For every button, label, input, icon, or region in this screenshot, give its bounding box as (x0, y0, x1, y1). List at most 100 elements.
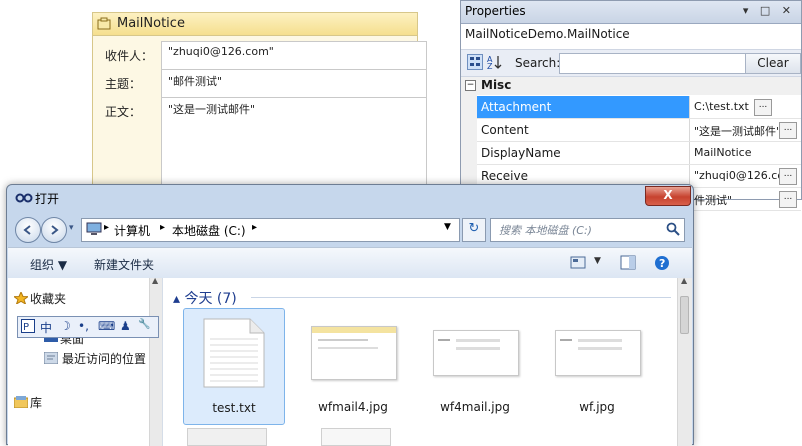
category-label: Misc (481, 78, 512, 92)
file-name: wf.jpg (579, 400, 615, 414)
window-controls[interactable]: ▾ □ ✕ (743, 4, 795, 17)
back-button[interactable] (15, 217, 41, 243)
ime-punctuation-icon[interactable]: •, (78, 319, 89, 333)
library-icon (14, 396, 28, 408)
help-icon[interactable]: ? (654, 255, 670, 271)
new-folder-button[interactable]: 新建文件夹 (94, 256, 154, 273)
property-value[interactable]: "这是一测试邮件" ... (689, 119, 801, 141)
categorized-icon[interactable] (467, 54, 483, 70)
activity-header[interactable]: MailNotice (93, 13, 417, 36)
property-row-displayname[interactable]: DisplayName MailNotice (477, 142, 801, 165)
category-misc[interactable]: − Misc (461, 77, 801, 95)
nav-recent-places[interactable]: 最近访问的位置 (62, 350, 146, 367)
history-dropdown-icon[interactable]: ▾ (69, 223, 74, 233)
properties-titlebar[interactable]: Properties ▾ □ ✕ (461, 1, 801, 24)
property-row-attachment[interactable]: Attachment C:\test.txt ... (477, 96, 801, 119)
file-name: wfmail4.jpg (318, 400, 388, 414)
activity-title: MailNotice (117, 16, 185, 31)
breadcrumb-separator[interactable]: ▸ (104, 222, 109, 233)
search-box[interactable]: 搜索 本地磁盘 (C:) (490, 218, 685, 242)
property-value-text: C:\test.txt (694, 100, 749, 113)
ime-logo-icon[interactable]: P (21, 319, 35, 333)
body-label: 正文： (105, 105, 142, 119)
ime-settings-icon[interactable]: 🔧 (138, 319, 150, 330)
refresh-button[interactable]: ↻ (462, 218, 486, 242)
scroll-thumb[interactable] (680, 296, 689, 334)
favorites-star-icon (14, 292, 28, 304)
navigation-pane[interactable]: 收藏夹 桌面 最近访问的位置 ≡ 库 ▲ (8, 276, 163, 446)
ellipsis-button[interactable]: ... (779, 168, 797, 185)
receiver-label: 收件人： (105, 49, 154, 63)
clear-button[interactable]: Clear (745, 53, 801, 74)
ellipsis-button[interactable]: ... (779, 122, 797, 139)
ime-user-icon[interactable]: ♟ (120, 319, 131, 333)
svg-text:P: P (23, 322, 29, 333)
nav-favorites[interactable]: 收藏夹 (30, 290, 66, 307)
properties-title: Properties (465, 4, 526, 18)
address-bar[interactable]: ▸ 计算机 ▸ 本地磁盘 (C:) ▸ ▼ (81, 218, 460, 242)
property-value-text: "这是一测试邮件" (694, 125, 782, 138)
subject-label: 主题： (105, 77, 142, 91)
breadcrumb-computer[interactable]: 计算机 (114, 222, 150, 239)
property-row-content[interactable]: Content "这是一测试邮件" ... (477, 119, 801, 142)
preview-pane-icon[interactable] (620, 255, 636, 270)
property-value[interactable]: 件测试" ... (689, 188, 801, 210)
file-list[interactable]: ▴ 今天 (7) test.txt wfmail4.jpg wf4mail.jp… (163, 276, 692, 446)
svg-text:?: ? (659, 257, 665, 270)
file-item[interactable]: wfmail4.jpg (303, 308, 403, 423)
breadcrumb-separator[interactable]: ▸ (160, 222, 165, 233)
group-header-today[interactable]: ▴ 今天 (7) (173, 288, 237, 308)
ime-halfwidth-icon[interactable]: ☽ (60, 319, 71, 333)
breadcrumb-drive-c[interactable]: 本地磁盘 (C:) (172, 222, 246, 239)
close-button[interactable]: X (645, 186, 691, 206)
dialog-title: 打开 (35, 192, 60, 206)
file-item[interactable]: wf.jpg (547, 308, 647, 423)
group-divider (251, 297, 671, 298)
scroll-up-icon[interactable]: ▲ (681, 276, 687, 285)
ime-chinese-mode[interactable]: 中 (40, 319, 52, 336)
image-thumbnail (433, 330, 519, 376)
nav-scrollbar[interactable]: ▲ (149, 276, 162, 446)
organize-button[interactable]: 组织 ▼ (30, 256, 67, 273)
breadcrumb-separator[interactable]: ▸ (252, 222, 257, 233)
property-name: Receive (481, 169, 528, 183)
file-item[interactable]: test.txt (183, 308, 285, 425)
activity-icon (97, 17, 111, 30)
svg-text:Z: Z (487, 62, 493, 70)
properties-panel[interactable]: Properties ▾ □ ✕ MailNoticeDemo.MailNoti… (460, 0, 802, 211)
mailnotice-activity[interactable]: MailNotice 收件人： "zhuqi0@126.com" 主题： "邮件… (92, 12, 427, 200)
app-icon (15, 193, 33, 203)
scroll-up-icon[interactable]: ▲ (152, 276, 158, 285)
command-bar: 组织 ▼ 新建文件夹 ▼ ? (8, 247, 692, 279)
file-item-partial[interactable] (321, 428, 391, 446)
view-options-icon[interactable] (570, 256, 586, 269)
image-thumbnail (311, 326, 397, 380)
search-icon[interactable] (666, 222, 680, 236)
forward-button[interactable] (41, 217, 67, 243)
alphabetical-sort-icon[interactable]: A Z (487, 54, 503, 70)
computer-icon (86, 222, 102, 235)
property-name: Content (481, 123, 529, 137)
ellipsis-button[interactable]: ... (754, 99, 772, 116)
property-value[interactable]: "zhuqi0@126.com ... (689, 165, 801, 187)
selected-object-name: MailNoticeDemo.MailNotice (465, 27, 630, 41)
properties-toolbar: A Z Search: Clear (461, 49, 801, 77)
forward-arrow-icon (51, 225, 59, 235)
view-dropdown-icon[interactable]: ▼ (594, 256, 601, 266)
address-dropdown-icon[interactable]: ▼ (444, 222, 451, 232)
image-thumbnail (555, 330, 641, 376)
file-item[interactable]: wf4mail.jpg (425, 308, 525, 423)
ellipsis-button[interactable]: ... (779, 191, 797, 208)
property-value[interactable]: C:\test.txt ... (689, 96, 801, 118)
open-file-dialog[interactable]: 打开 X ▾ ▸ 计算机 ▸ 本地磁盘 (C:) ▸ ▼ ↻ 搜索 本地磁盘 (… (6, 184, 694, 446)
back-arrow-icon (23, 225, 31, 235)
property-name: DisplayName (481, 146, 561, 160)
ime-keyboard-icon[interactable]: ⌨ (98, 319, 115, 333)
nav-library[interactable]: 库 (30, 394, 42, 411)
property-search-input[interactable] (559, 53, 746, 74)
file-list-scrollbar[interactable]: ▲ (677, 276, 692, 446)
property-value[interactable]: MailNotice (689, 142, 801, 164)
collapse-icon[interactable]: − (465, 80, 476, 91)
ime-toolbar[interactable]: P 中 ☽ •, ⌨ ♟ 🔧 (17, 316, 159, 338)
file-item-partial[interactable] (187, 428, 267, 446)
